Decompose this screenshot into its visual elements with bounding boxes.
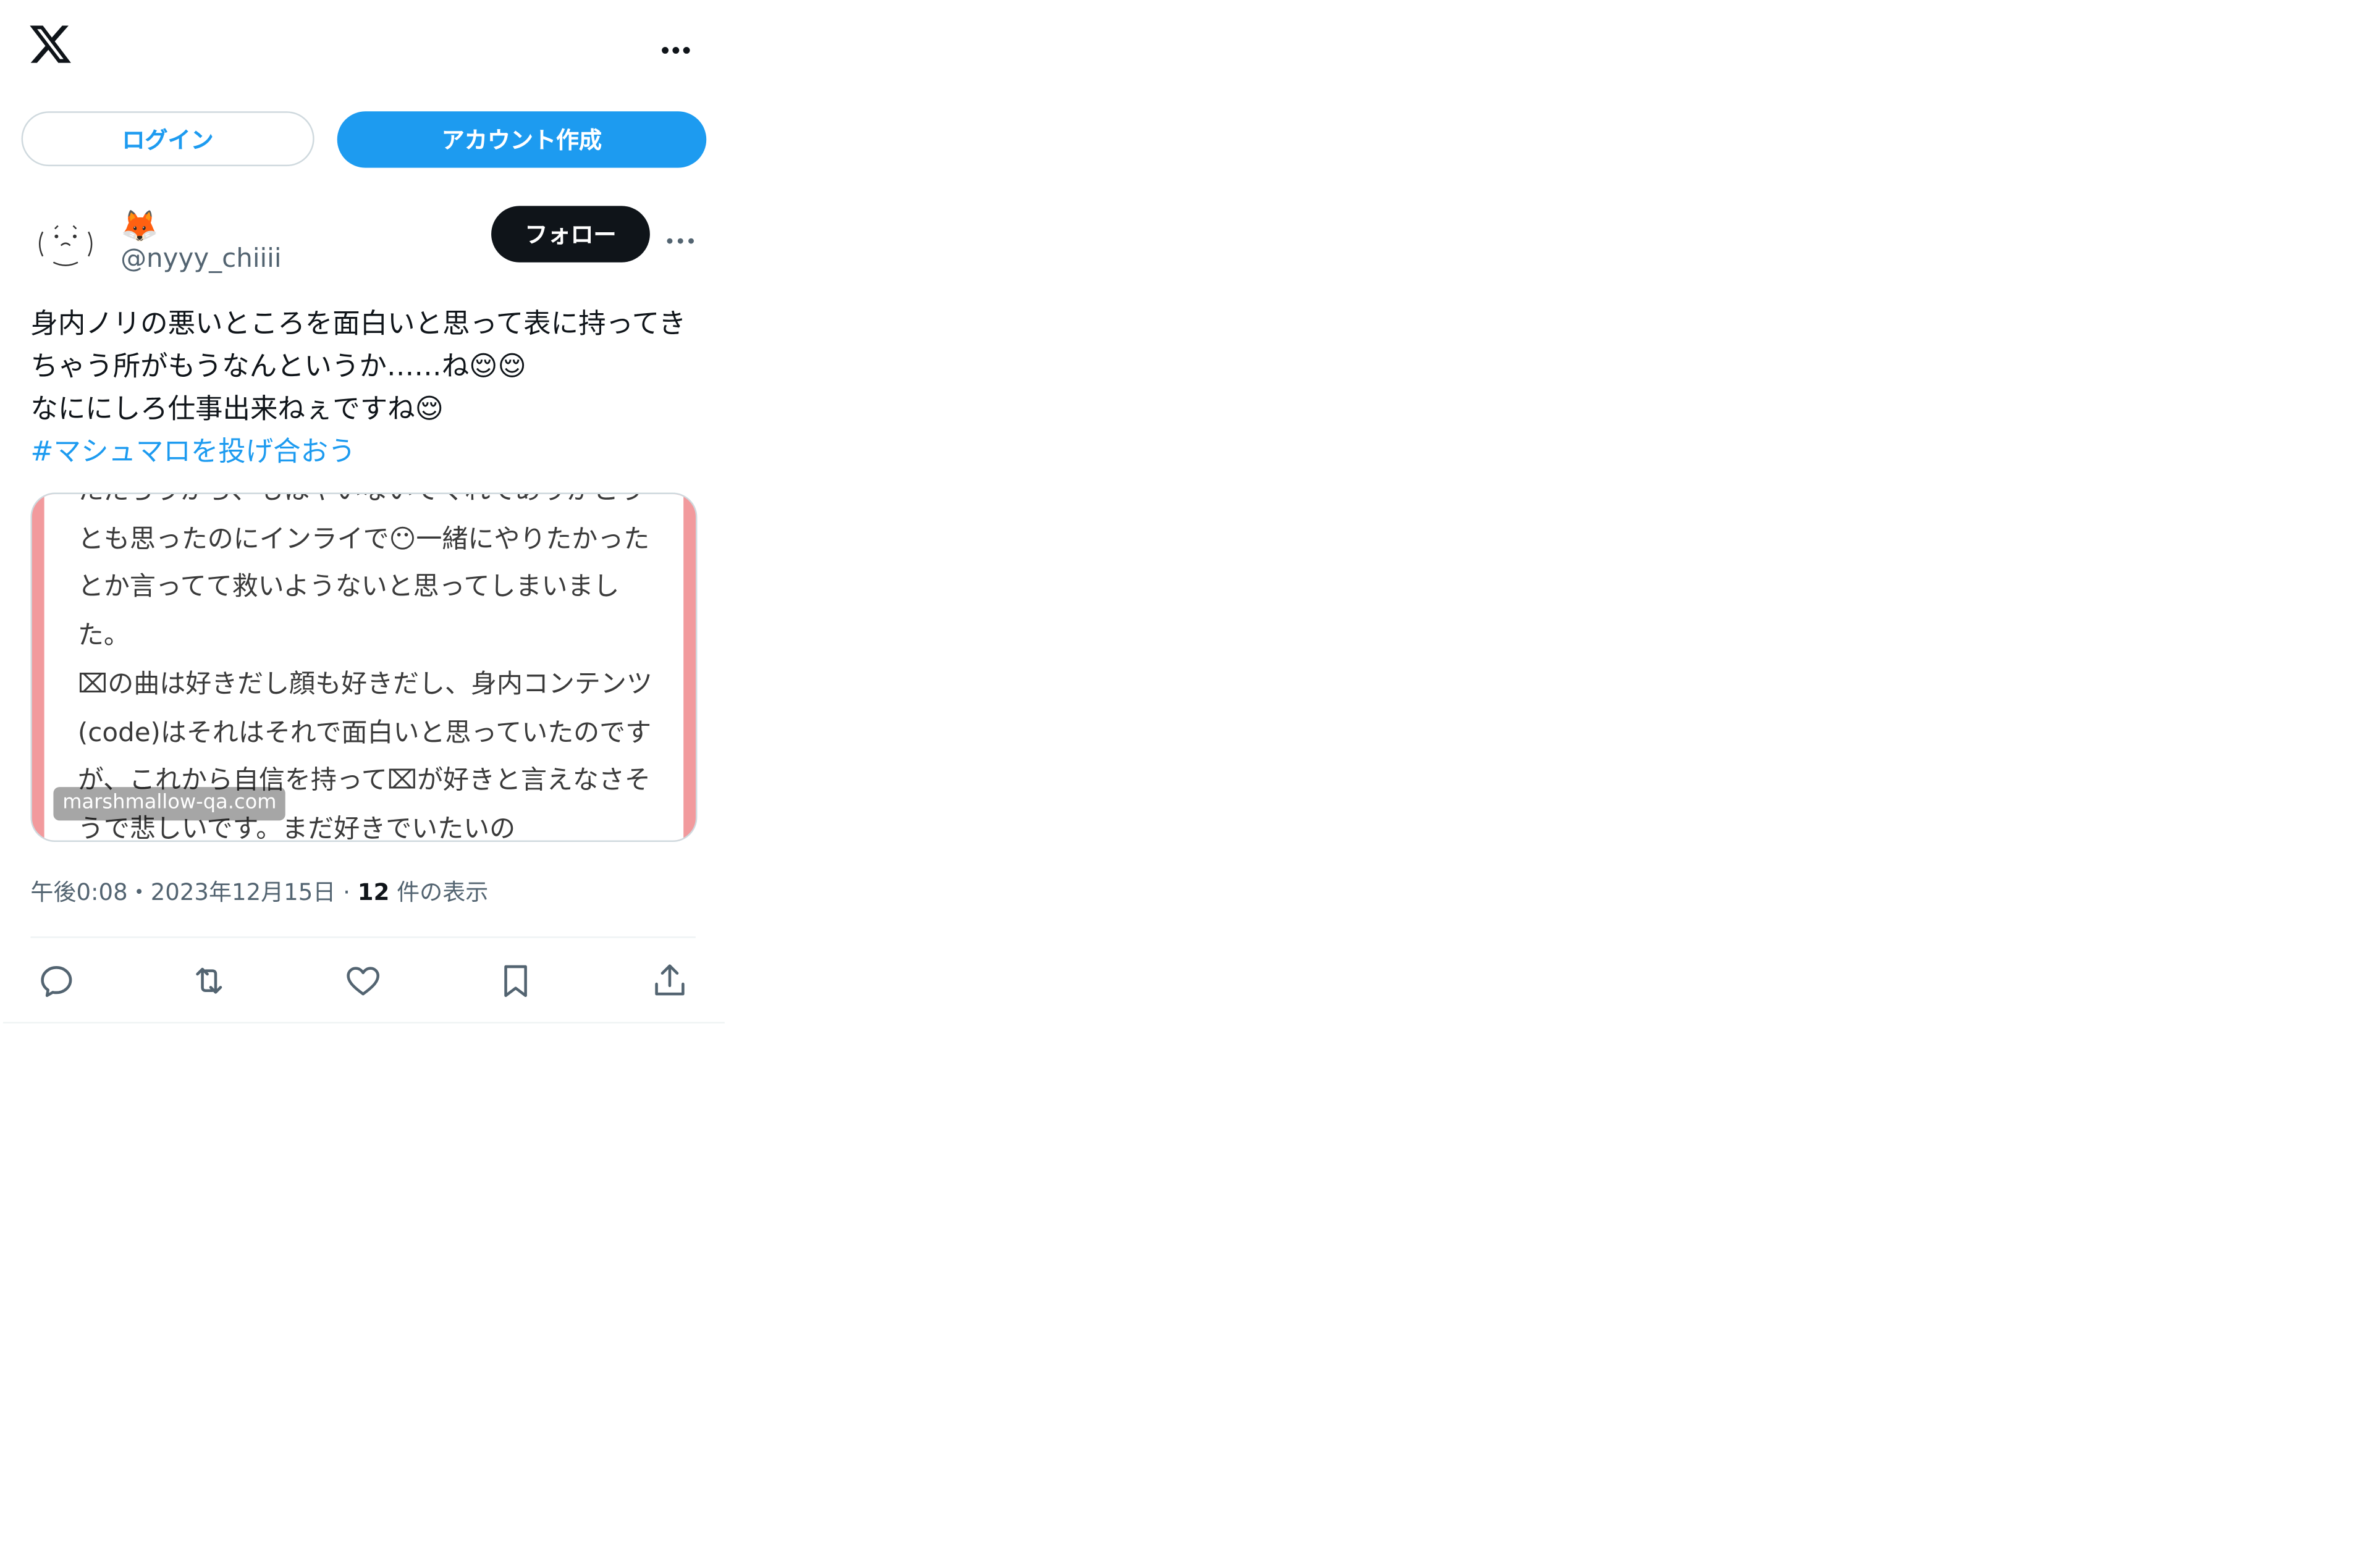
avatar[interactable] (27, 204, 104, 281)
x-logo-icon[interactable] (27, 22, 73, 67)
login-button[interactable]: ログイン (21, 111, 314, 167)
meta-dot: · (343, 878, 350, 906)
author-display-name[interactable]: 🦊 (120, 208, 158, 244)
meta-separator: ・ (127, 878, 151, 906)
page: ログイン アカウント作成 🦊 @nyyy_chiiii フォロー 身内ノリの悪い… (0, 0, 2380, 1563)
media-source-label: marshmallow-qa.com (53, 787, 286, 821)
more-horizontal-icon[interactable] (659, 36, 696, 55)
hashtag-link[interactable]: #マシュマロを投げ合おう (30, 432, 355, 474)
divider (2, 1022, 725, 1024)
post-more-icon[interactable] (665, 225, 696, 244)
create-account-button[interactable]: アカウント作成 (337, 111, 707, 168)
views-count: 12 (357, 878, 390, 906)
post-meta: 午後0:08・2023年12月15日 · 12 件の表示 (30, 875, 488, 909)
post-time[interactable]: 午後0:08 (30, 878, 127, 906)
repost-icon[interactable] (189, 961, 229, 1001)
post-date[interactable]: 2023年12月15日 (151, 878, 336, 906)
post-text: 身内ノリの悪いところを面白いと思って表に持ってきちゃう所がもうなんというか……ね… (30, 308, 686, 426)
like-icon[interactable] (344, 961, 383, 1001)
bookmark-icon[interactable] (496, 961, 535, 1001)
reply-icon[interactable] (36, 961, 76, 1001)
post-media-image[interactable]: ただろうから、もはやいないでくれてありがとうとも思ったのにインライで😶一緒にやり… (30, 492, 698, 842)
views-label: 件の表示 (397, 878, 489, 906)
author-handle[interactable]: @nyyy_chiiii (120, 243, 281, 276)
follow-button[interactable]: フォロー (491, 206, 650, 263)
share-icon[interactable] (650, 961, 690, 1001)
divider (30, 936, 696, 938)
